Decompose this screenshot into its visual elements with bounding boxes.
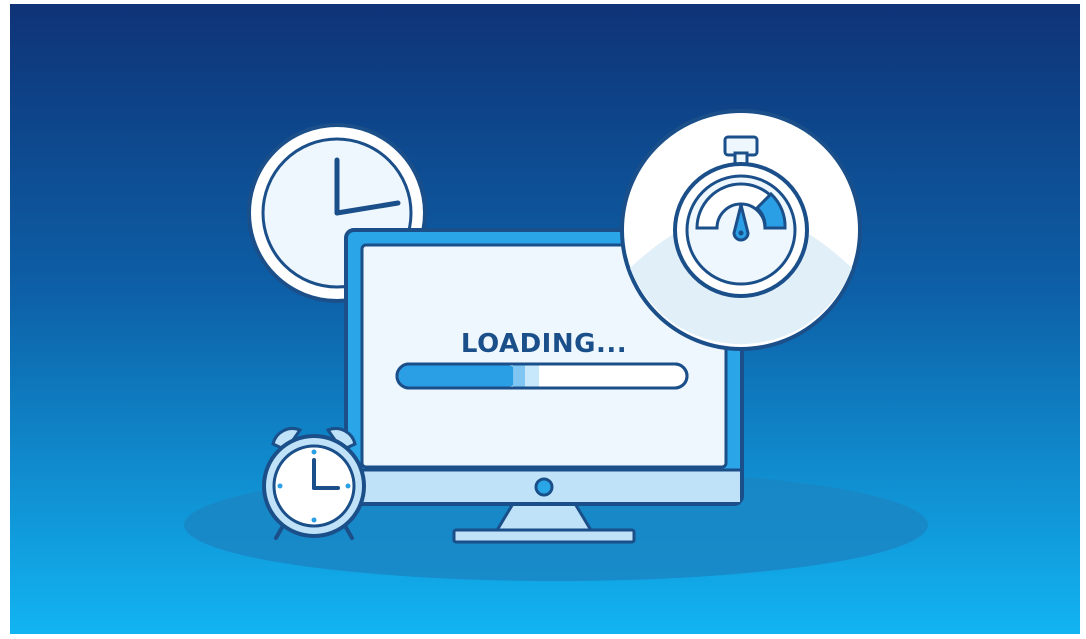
monitor-base — [452, 528, 636, 544]
progress-glow — [513, 365, 526, 387]
monitor-stand — [493, 500, 595, 534]
loading-illustration: LOADING... — [10, 4, 1080, 634]
power-button — [534, 477, 554, 497]
progress-fill — [398, 365, 520, 387]
alarm-clock-icon — [262, 427, 366, 540]
progress-glow — [525, 365, 540, 387]
loading-text: LOADING... — [461, 329, 627, 359]
stopwatch-icon — [620, 109, 862, 351]
progress-bar — [395, 362, 689, 390]
